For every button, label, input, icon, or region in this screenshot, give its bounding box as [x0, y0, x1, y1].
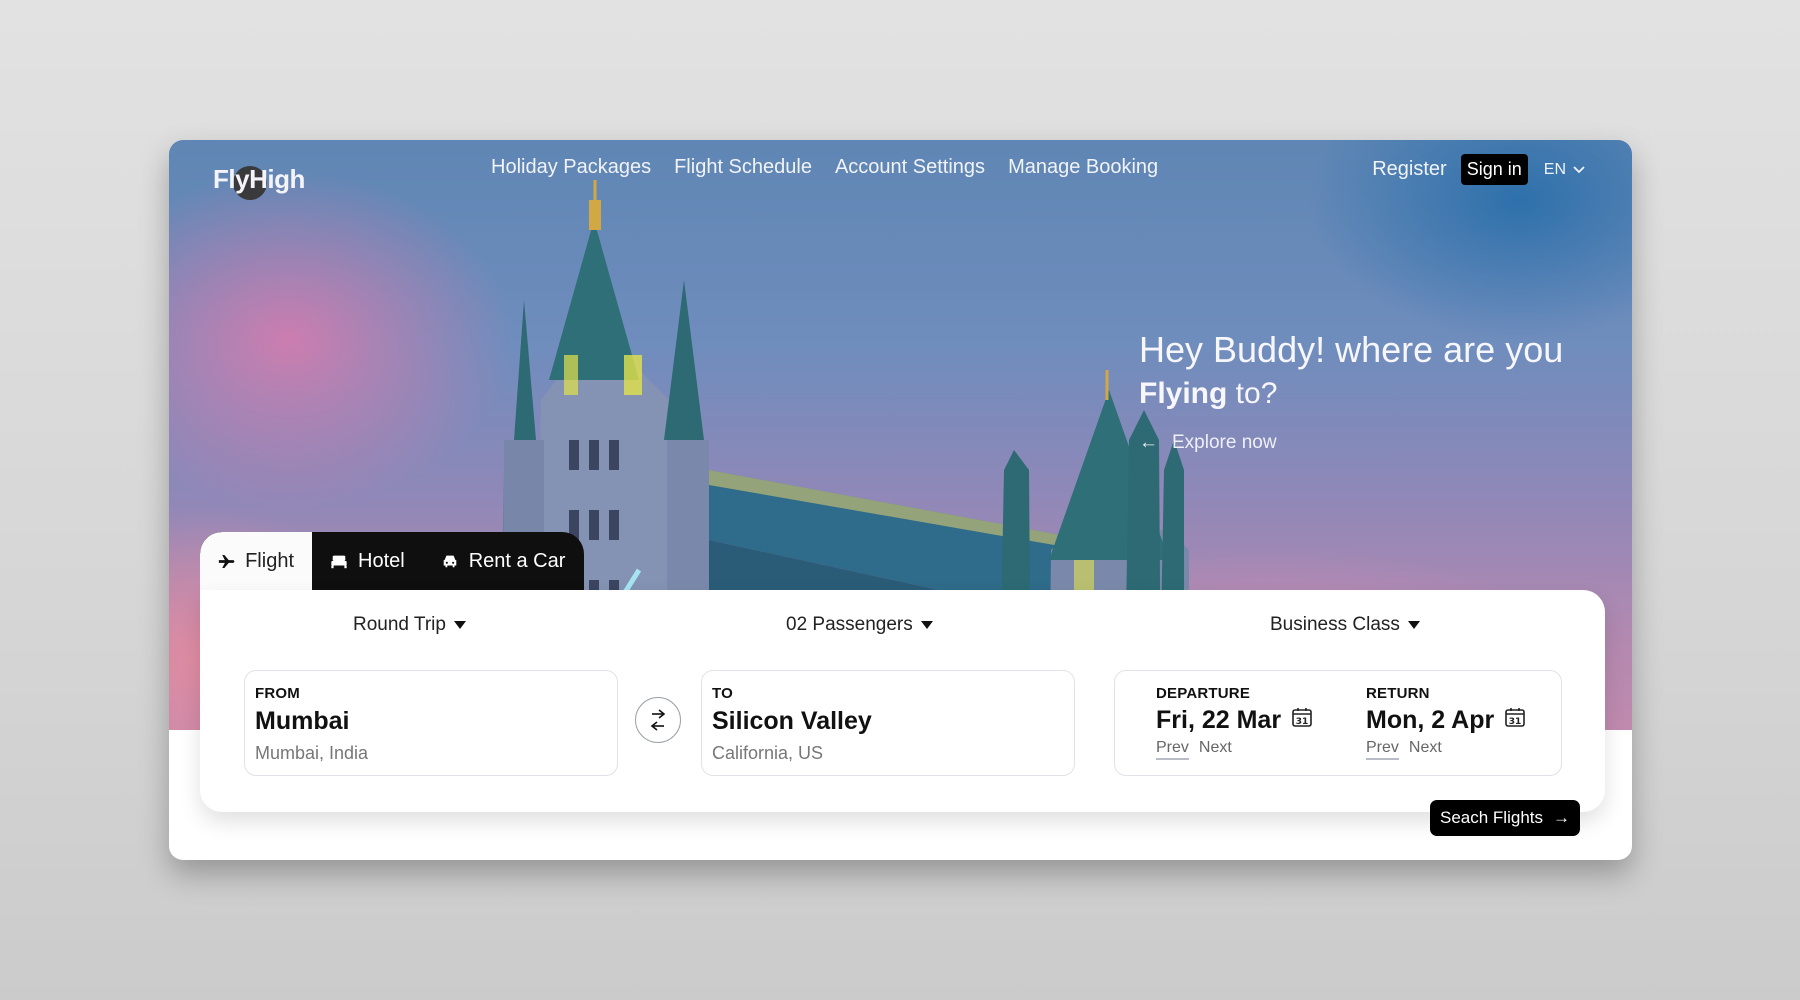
language-label: EN — [1543, 160, 1566, 178]
headline-rest: to? — [1227, 377, 1278, 410]
tab-flight[interactable]: Flight — [200, 532, 312, 590]
sign-in-button[interactable]: Sign in — [1460, 154, 1528, 185]
flight-search-panel: Round Trip 02 Passengers Business Class … — [200, 590, 1605, 812]
explore-now-link[interactable]: ← Explore now — [1139, 432, 1277, 454]
car-icon — [443, 555, 457, 568]
departure-prev-link[interactable]: Prev — [1156, 739, 1189, 760]
arrow-right-icon: → — [1553, 808, 1570, 827]
search-flights-label: Seach Flights — [1440, 808, 1543, 827]
bed-icon — [331, 555, 347, 569]
return-nav: Prev Next — [1366, 739, 1526, 760]
return-date-text: Mon, 2 Apr — [1366, 706, 1495, 734]
tab-rent-a-car-label: Rent a Car — [468, 549, 566, 572]
headline-line-2: Flying to? — [1139, 372, 1563, 416]
departure-label: DEPARTURE — [1156, 685, 1251, 702]
nav-flight-schedule[interactable]: Flight Schedule — [674, 156, 812, 179]
passengers-value: 02 Passengers — [786, 614, 913, 635]
caret-down-icon — [1407, 621, 1420, 629]
flyhigh-logo[interactable]: Fly High — [213, 154, 305, 204]
logo-text-fly: Fly — [213, 163, 250, 194]
nav-account-settings[interactable]: Account Settings — [835, 156, 985, 179]
booking-tabs: Flight Hotel Rent a Car — [200, 532, 584, 590]
to-city: Silicon Valley — [712, 707, 872, 735]
trip-type-dropdown[interactable]: Round Trip — [353, 614, 466, 636]
headline-line-1: Hey Buddy! where are you — [1139, 329, 1564, 370]
cabin-class-value: Business Class — [1270, 614, 1400, 635]
return-label: RETURN — [1366, 685, 1430, 702]
from-city: Mumbai — [255, 707, 350, 735]
svg-text:31: 31 — [1509, 717, 1522, 727]
search-flights-button[interactable]: Seach Flights → — [1430, 800, 1580, 836]
language-selector[interactable]: EN — [1544, 161, 1586, 179]
departure-date[interactable]: DEPARTURE Fri, 22 Mar 31 Prev Next — [1156, 685, 1313, 760]
to-field[interactable]: TO Silicon Valley California, US — [701, 670, 1075, 776]
dates-field: DEPARTURE Fri, 22 Mar 31 Prev Next RETUR… — [1114, 670, 1562, 776]
logo-text-high: High — [249, 163, 305, 194]
passengers-dropdown[interactable]: 02 Passengers — [786, 614, 933, 636]
to-detail: California, US — [712, 743, 824, 763]
register-link[interactable]: Register — [1372, 158, 1446, 181]
departure-nav: Prev Next — [1156, 739, 1313, 760]
return-prev-link[interactable]: Prev — [1366, 739, 1399, 760]
to-label: TO — [712, 685, 733, 702]
from-detail: Mumbai, India — [255, 743, 369, 763]
cabin-class-dropdown[interactable]: Business Class — [1270, 614, 1420, 636]
return-value: Mon, 2 Apr 31 — [1366, 706, 1526, 735]
tab-rent-a-car[interactable]: Rent a Car — [423, 532, 584, 590]
page-card: Fly High Holiday Packages Flight Schedule… — [169, 140, 1632, 860]
caret-down-icon — [920, 621, 933, 629]
swap-arrows-icon — [650, 709, 666, 731]
departure-value: Fri, 22 Mar 31 — [1156, 706, 1313, 735]
trip-type-value: Round Trip — [353, 614, 446, 635]
calendar-icon[interactable]: 31 — [1291, 706, 1313, 735]
calendar-icon[interactable]: 31 — [1504, 706, 1526, 735]
departure-date-text: Fri, 22 Mar — [1156, 706, 1282, 734]
caret-down-icon — [453, 621, 466, 629]
swap-locations-button[interactable] — [635, 697, 681, 743]
nav-manage-booking[interactable]: Manage Booking — [1008, 156, 1158, 179]
hero-headline: Hey Buddy! where are you Flying to? — [1139, 328, 1563, 416]
return-next-link[interactable]: Next — [1409, 739, 1442, 760]
nav-holiday-packages[interactable]: Holiday Packages — [491, 156, 651, 179]
from-field[interactable]: FROM Mumbai Mumbai, India — [244, 670, 618, 776]
from-label: FROM — [255, 685, 300, 702]
chevron-down-icon — [1573, 165, 1585, 173]
explore-now-label: Explore now — [1172, 432, 1277, 453]
airplane-icon — [218, 555, 235, 569]
return-date[interactable]: RETURN Mon, 2 Apr 31 Prev Next — [1366, 685, 1526, 760]
headline-bold-word: Flying — [1139, 377, 1228, 410]
main-nav: Holiday Packages Flight Schedule Account… — [491, 156, 1158, 179]
auth-controls: Register Sign in EN — [1372, 154, 1586, 185]
tab-flight-label: Flight — [245, 549, 294, 572]
tab-hotel[interactable]: Hotel — [312, 532, 423, 590]
tab-hotel-label: Hotel — [358, 549, 405, 572]
arrow-left-icon: ← — [1139, 432, 1158, 453]
svg-text:31: 31 — [1296, 717, 1309, 727]
departure-next-link[interactable]: Next — [1199, 739, 1232, 760]
